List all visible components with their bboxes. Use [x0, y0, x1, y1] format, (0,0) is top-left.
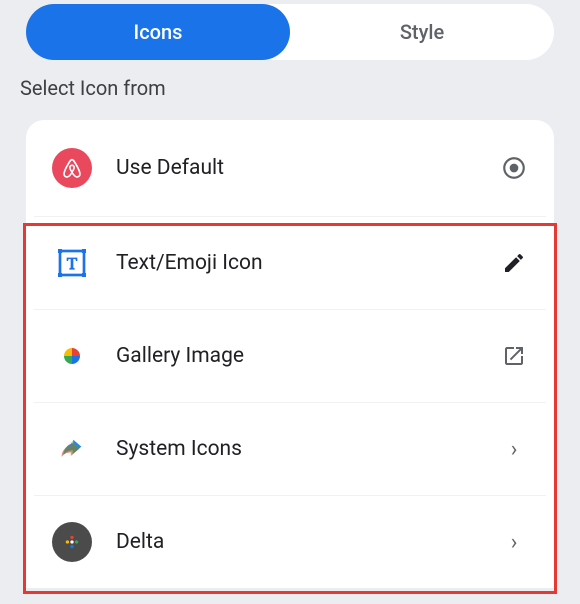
edit-icon — [500, 249, 528, 277]
option-label: System Icons — [116, 437, 500, 461]
open-external-icon — [500, 342, 528, 370]
airbnb-icon — [52, 148, 92, 188]
option-label: Gallery Image — [116, 344, 500, 368]
option-use-default[interactable]: Use Default — [26, 120, 554, 216]
share-arrow-icon — [52, 429, 92, 469]
option-delta[interactable]: Delta › — [26, 496, 554, 588]
tab-style[interactable]: Style — [290, 4, 554, 60]
google-photos-icon — [52, 336, 92, 376]
options-card: Use Default Text/Emoji Icon — [26, 120, 554, 588]
delta-icon — [52, 522, 92, 562]
option-gallery-image[interactable]: Gallery Image — [26, 310, 554, 402]
tab-icons[interactable]: Icons — [26, 4, 290, 60]
chevron-right-icon: › — [500, 528, 528, 556]
radio-selected-icon — [500, 154, 528, 182]
text-icon — [52, 243, 92, 283]
section-label: Select Icon from — [0, 60, 580, 112]
tab-selector: Icons Style — [26, 4, 554, 60]
option-label: Delta — [116, 530, 500, 554]
option-label: Use Default — [116, 156, 500, 180]
chevron-right-icon: › — [500, 435, 528, 463]
option-text-emoji[interactable]: Text/Emoji Icon — [26, 217, 554, 309]
option-system-icons[interactable]: System Icons › — [26, 403, 554, 495]
option-label: Text/Emoji Icon — [116, 251, 500, 275]
